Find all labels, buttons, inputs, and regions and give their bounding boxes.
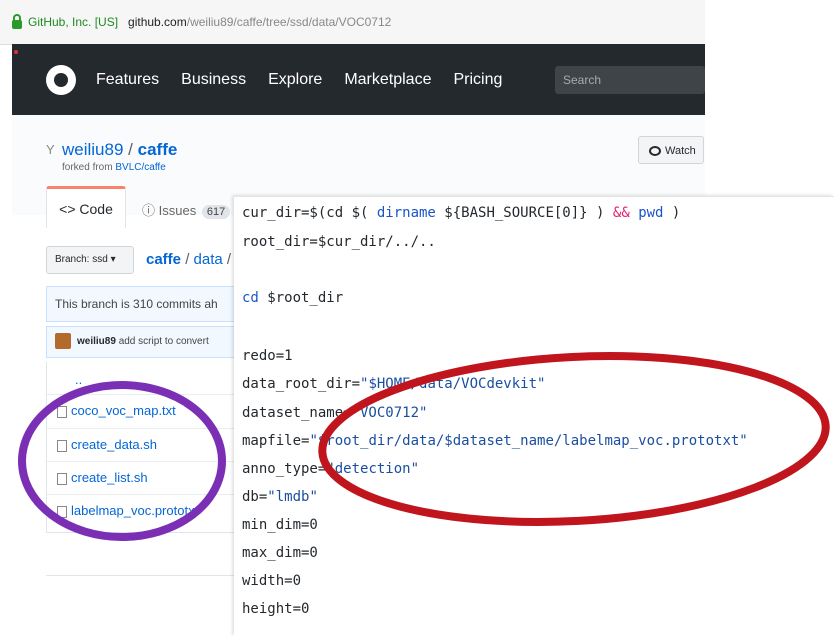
code-line: data_root_dir="$HOME/data/VOCdevkit" [242, 376, 545, 392]
code-line: db="lmdb" [242, 489, 318, 505]
fork-icon: Y [46, 142, 55, 157]
file-icon [57, 439, 67, 452]
parent-directory-link[interactable]: .. [75, 372, 82, 387]
code-line: cd $root_dir [242, 290, 343, 306]
code-string: "lmdb" [267, 489, 318, 505]
forked-from-note: forked from BVLC/caffe [62, 162, 166, 173]
file-row[interactable]: labelmap_voc.prototxt [47, 494, 247, 527]
code-text: ) [663, 205, 681, 221]
address-bar[interactable]: GitHub, Inc. [US] github.com/weiliu89/ca… [0, 0, 705, 45]
search-input[interactable]: Search [555, 65, 705, 94]
file-row[interactable]: create_data.sh [47, 428, 247, 461]
file-name[interactable]: create_data.sh [71, 437, 157, 452]
script-code-panel: cur_dir=$(cd $( dirname ${BASH_SOURCE[0]… [234, 196, 834, 636]
breadcrumb: caffe / data / [146, 251, 231, 268]
breadcrumb-separator-2: / [226, 251, 232, 268]
nav-features[interactable]: Features [96, 71, 159, 89]
code-keyword: dirname [376, 205, 436, 221]
tab-issues-label: Issues [158, 203, 197, 218]
code-keyword: pwd [638, 205, 664, 221]
url-path: /weiliu89/caffe/tree/ssd/data/VOC0712 [186, 15, 392, 29]
file-row[interactable]: coco_voc_map.txt [47, 394, 247, 427]
tab-code[interactable]: <> Code [46, 186, 126, 228]
code-string: "$HOME/data/VOCdevkit" [360, 376, 546, 392]
code-string: "$root_dir/data/$dataset_name/labelmap_v… [309, 433, 748, 449]
lock-icon [12, 13, 22, 29]
forked-from-link[interactable]: BVLC/caffe [115, 162, 165, 173]
header-nav: Features Business Explore Marketplace Pr… [96, 71, 524, 89]
repo-owner-link[interactable]: weiliu89 [62, 140, 123, 159]
file-icon [57, 405, 67, 418]
nav-marketplace[interactable]: Marketplace [344, 71, 431, 89]
code-text: dataset_name= [242, 405, 352, 421]
code-line: max_dim=0 [242, 545, 318, 561]
file-name[interactable]: labelmap_voc.prototxt [71, 503, 198, 518]
file-name[interactable]: create_list.sh [71, 470, 148, 485]
github-logo-icon[interactable] [46, 64, 76, 95]
code-line: mapfile="$root_dir/data/$dataset_name/la… [242, 433, 748, 449]
avatar[interactable] [55, 333, 71, 350]
code-line: dataset_name="VOC0712" [242, 405, 427, 421]
code-text: mapfile= [242, 433, 310, 449]
code-line: min_dim=0 [242, 517, 318, 533]
code-line: cur_dir=$(cd $( dirname ${BASH_SOURCE[0]… [242, 205, 680, 221]
code-text: ${BASH_SOURCE[0]} ) [435, 205, 613, 221]
divider [46, 575, 246, 576]
file-name[interactable]: coco_voc_map.txt [71, 403, 176, 418]
breadcrumb-root-link[interactable]: caffe [146, 251, 181, 268]
code-line: root_dir=$cur_dir/../.. [242, 234, 436, 250]
commit-author[interactable]: weiliu89 [77, 336, 116, 347]
watch-label: Watch [665, 145, 696, 157]
url-domain: github.com [128, 15, 187, 29]
eye-icon [649, 146, 661, 157]
nav-pricing[interactable]: Pricing [453, 71, 502, 89]
breadcrumb-separator: / [185, 251, 190, 268]
code-string: "detection" [326, 461, 420, 477]
nav-explore[interactable]: Explore [268, 71, 322, 89]
issues-count-badge: 617 [201, 205, 231, 219]
forked-from-label: forked from [62, 162, 116, 173]
code-string: "VOC0712" [351, 405, 428, 421]
code-text: anno_type= [242, 461, 327, 477]
file-icon [57, 472, 67, 485]
code-keyword: cd [242, 290, 259, 306]
code-line: width=0 [242, 573, 302, 589]
repo-title: weiliu89 / caffe [62, 140, 177, 160]
code-icon: <> [59, 201, 76, 217]
code-line: anno_type="detection" [242, 461, 419, 477]
issue-icon: ⓘ [142, 203, 156, 218]
tab-code-label: Code [79, 201, 113, 217]
file-list: .. coco_voc_map.txt create_data.sh creat… [46, 362, 248, 533]
watch-button[interactable]: Watch [638, 136, 704, 164]
repo-title-separator: / [128, 140, 133, 159]
site-identity: GitHub, Inc. [US] [28, 15, 119, 29]
latest-commit-row: weiliu89 add script to convert [46, 326, 246, 358]
file-icon [57, 505, 67, 518]
file-row[interactable]: create_list.sh [47, 461, 247, 494]
breadcrumb-data-link[interactable]: data [194, 251, 223, 268]
code-text: $root_dir [258, 290, 344, 306]
code-text: db= [242, 489, 268, 505]
nav-business[interactable]: Business [181, 71, 246, 89]
code-text: data_root_dir= [242, 376, 361, 392]
code-line: redo=1 [242, 348, 293, 364]
github-header: Features Business Explore Marketplace Pr… [12, 44, 705, 115]
commit-message[interactable]: add script to convert [119, 336, 209, 347]
branch-commits-notice: This branch is 310 commits ah [46, 286, 246, 322]
branch-select-button[interactable]: Branch: ssd ▾ [46, 246, 134, 274]
extension-dot-icon [14, 50, 18, 54]
repo-name-link[interactable]: caffe [138, 140, 178, 159]
code-text: cur_dir=$(cd $( [242, 205, 377, 221]
code-operator: && [612, 205, 630, 221]
tab-issues[interactable]: ⓘ Issues 617 [142, 200, 231, 219]
code-line: height=0 [242, 601, 310, 617]
